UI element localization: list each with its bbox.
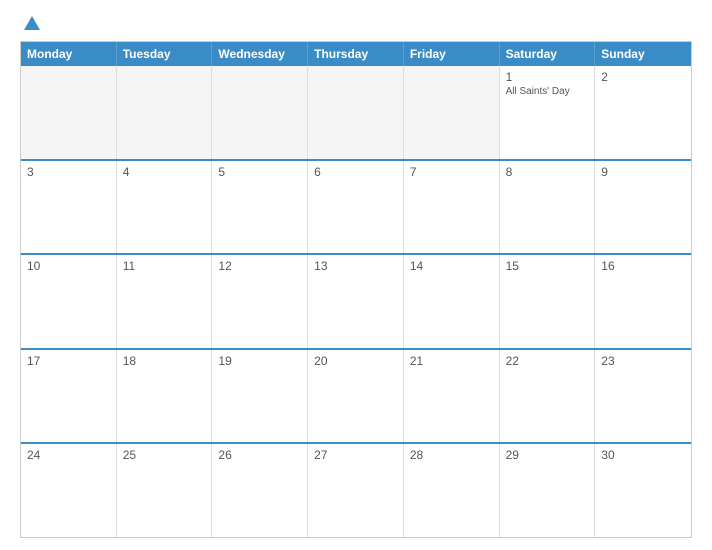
calendar-cell: 9 (595, 161, 691, 254)
calendar-cell: 17 (21, 350, 117, 443)
calendar-week: 1 All Saints' Day 2 (21, 66, 691, 159)
calendar-cell: 1 All Saints' Day (500, 66, 596, 159)
calendar-cell: 12 (212, 255, 308, 348)
calendar-cell: 8 (500, 161, 596, 254)
calendar-week: 10 11 12 13 14 15 16 (21, 253, 691, 348)
day-number: 5 (218, 165, 301, 179)
day-number: 28 (410, 448, 493, 462)
calendar-cell: 21 (404, 350, 500, 443)
calendar-cell (212, 66, 308, 159)
calendar-cell: 20 (308, 350, 404, 443)
calendar-cell: 24 (21, 444, 117, 537)
calendar-header: MondayTuesdayWednesdayThursdayFridaySatu… (21, 42, 691, 66)
calendar-cell (308, 66, 404, 159)
calendar-cell: 13 (308, 255, 404, 348)
weekday-header: Monday (21, 42, 117, 66)
day-number: 3 (27, 165, 110, 179)
day-number: 1 (506, 70, 589, 84)
logo (20, 16, 42, 31)
day-number: 8 (506, 165, 589, 179)
calendar-week: 3456789 (21, 159, 691, 254)
calendar-cell (404, 66, 500, 159)
calendar-week: 24 25 26 27 28 29 30 (21, 442, 691, 537)
calendar-cell: 29 (500, 444, 596, 537)
calendar-body: 1All Saints' Day234567891011121314151617… (21, 66, 691, 537)
day-number: 21 (410, 354, 493, 368)
day-number: 14 (410, 259, 493, 273)
calendar-cell: 10 (21, 255, 117, 348)
calendar-cell: 7 (404, 161, 500, 254)
calendar-cell: 26 (212, 444, 308, 537)
calendar-cell (117, 66, 213, 159)
weekday-header: Saturday (500, 42, 596, 66)
day-number: 2 (601, 70, 685, 84)
day-number: 23 (601, 354, 685, 368)
calendar-cell: 15 (500, 255, 596, 348)
day-number: 30 (601, 448, 685, 462)
day-number: 10 (27, 259, 110, 273)
day-number: 6 (314, 165, 397, 179)
calendar-cell: 5 (212, 161, 308, 254)
weekday-header: Wednesday (212, 42, 308, 66)
calendar-week: 17 18 19 20 21 22 23 (21, 348, 691, 443)
holiday-label: All Saints' Day (506, 86, 589, 98)
day-number: 11 (123, 259, 206, 273)
calendar-cell: 3 (21, 161, 117, 254)
day-number: 18 (123, 354, 206, 368)
calendar-cell: 18 (117, 350, 213, 443)
day-number: 29 (506, 448, 589, 462)
day-number: 25 (123, 448, 206, 462)
day-number: 20 (314, 354, 397, 368)
calendar-cell: 22 (500, 350, 596, 443)
day-number: 9 (601, 165, 685, 179)
logo-triangle-icon (24, 16, 40, 30)
calendar-cell: 28 (404, 444, 500, 537)
calendar-cell: 6 (308, 161, 404, 254)
calendar-cell: 4 (117, 161, 213, 254)
calendar-cell: 19 (212, 350, 308, 443)
day-number: 19 (218, 354, 301, 368)
calendar-cell: 27 (308, 444, 404, 537)
calendar-grid: MondayTuesdayWednesdayThursdayFridaySatu… (20, 41, 692, 538)
day-number: 17 (27, 354, 110, 368)
calendar-cell: 25 (117, 444, 213, 537)
weekday-header: Tuesday (117, 42, 213, 66)
calendar-page: MondayTuesdayWednesdayThursdayFridaySatu… (0, 0, 712, 550)
page-header (20, 16, 692, 31)
weekday-header: Friday (404, 42, 500, 66)
calendar-cell: 11 (117, 255, 213, 348)
day-number: 13 (314, 259, 397, 273)
day-number: 27 (314, 448, 397, 462)
day-number: 26 (218, 448, 301, 462)
calendar-cell: 14 (404, 255, 500, 348)
day-number: 16 (601, 259, 685, 273)
day-number: 15 (506, 259, 589, 273)
calendar-cell (21, 66, 117, 159)
day-number: 4 (123, 165, 206, 179)
weekday-header: Sunday (595, 42, 691, 66)
calendar-cell: 23 (595, 350, 691, 443)
calendar-cell: 30 (595, 444, 691, 537)
weekday-header: Thursday (308, 42, 404, 66)
day-number: 12 (218, 259, 301, 273)
day-number: 24 (27, 448, 110, 462)
day-number: 7 (410, 165, 493, 179)
day-number: 22 (506, 354, 589, 368)
calendar-cell: 2 (595, 66, 691, 159)
calendar-cell: 16 (595, 255, 691, 348)
